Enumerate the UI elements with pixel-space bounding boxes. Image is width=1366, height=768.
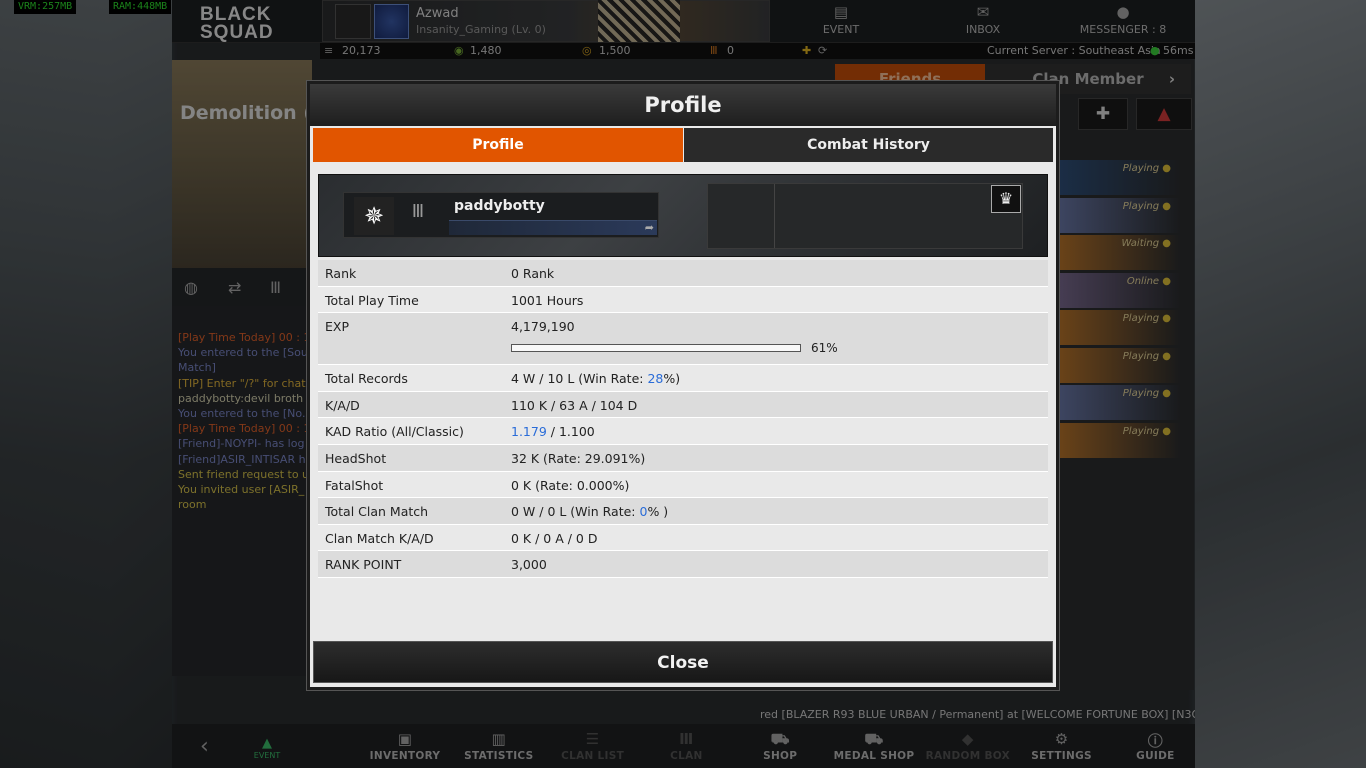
stat-row-rank-point: RANK POINT 3,000: [318, 551, 1048, 578]
nameplate-strip: ➦: [449, 220, 657, 235]
stat-row-headshot: HeadShot 32 K (Rate: 29.091%): [318, 444, 1048, 472]
emblem-slot: [707, 183, 1023, 249]
stat-row-exp: EXP 4,179,190 61%: [318, 313, 1048, 366]
stat-row-play-time: Total Play Time 1001 Hours: [318, 286, 1048, 314]
dialog-title: Profile: [310, 84, 1056, 126]
stats-table: Rank 0 Rank Total Play Time 1001 Hours EXP…: [318, 260, 1048, 578]
emblem-divider: [774, 184, 775, 248]
stat-row-kad: K/A/D 110 K / 63 A / 104 D: [318, 391, 1048, 419]
trophy-icon[interactable]: ♛: [991, 185, 1021, 213]
exp-percent: 61%: [811, 341, 838, 356]
profile-dialog: Profile Profile Combat History ✵ Ⅲ paddy…: [307, 81, 1059, 690]
close-button[interactable]: Close: [313, 641, 1053, 683]
share-icon[interactable]: ➦: [645, 221, 654, 234]
exp-progress-fill: [512, 345, 688, 352]
clan-mark-icon: Ⅲ: [411, 201, 425, 222]
stat-row-rank: Rank 0 Rank: [318, 260, 1048, 287]
player-nameplate: ✵ Ⅲ paddybotty ➦: [343, 192, 659, 238]
tab-combat-history[interactable]: Combat History: [684, 128, 1053, 162]
exp-progress-bar: [511, 344, 801, 353]
stat-row-clan-kad: Clan Match K/A/D 0 K / 0 A / 0 D: [318, 524, 1048, 552]
stat-row-records: Total Records 4 W / 10 L (Win Rate: 28%): [318, 365, 1048, 392]
player-banner: ✵ Ⅲ paddybotty ➦ ♛: [318, 174, 1048, 257]
rank-star-icon: ✵: [354, 197, 394, 235]
tab-profile[interactable]: Profile: [313, 128, 683, 162]
stat-row-fatalshot: FatalShot 0 K (Rate: 0.000%): [318, 471, 1048, 499]
player-name: paddybotty: [454, 198, 545, 214]
stat-row-clan-match: Total Clan Match 0 W / 0 L (Win Rate: 0% …: [318, 498, 1048, 525]
stat-row-kad-ratio: KAD Ratio (All/Classic) 1.179 / 1.100: [318, 418, 1048, 445]
